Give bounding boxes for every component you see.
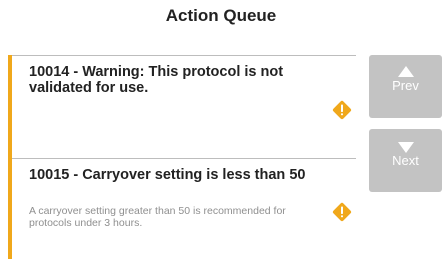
arrow-down-icon [398,142,414,153]
item-severity-bar [8,55,12,158]
item-heading: 10014 - Warning: This protocol is not va… [29,64,284,96]
action-queue-list: 10014 - Warning: This protocol is not va… [8,55,356,259]
action-queue-item[interactable]: 10015 - Carryover setting is less than 5… [8,158,356,259]
arrow-up-icon [398,66,414,77]
next-button-label: Next [392,153,419,168]
item-description: A carryover setting greater than 50 is r… [29,205,286,229]
action-queue-item[interactable]: 10014 - Warning: This protocol is not va… [8,55,356,158]
item-divider [8,158,356,159]
prev-button[interactable]: Prev [369,55,442,118]
warning-icon [332,100,352,120]
prev-button-label: Prev [392,78,419,93]
page-title: Action Queue [165,6,277,25]
warning-icon [332,202,352,222]
item-heading: 10015 - Carryover setting is less than 5… [29,167,306,183]
next-button[interactable]: Next [369,129,442,192]
item-divider [8,55,356,56]
item-severity-bar [8,158,12,259]
